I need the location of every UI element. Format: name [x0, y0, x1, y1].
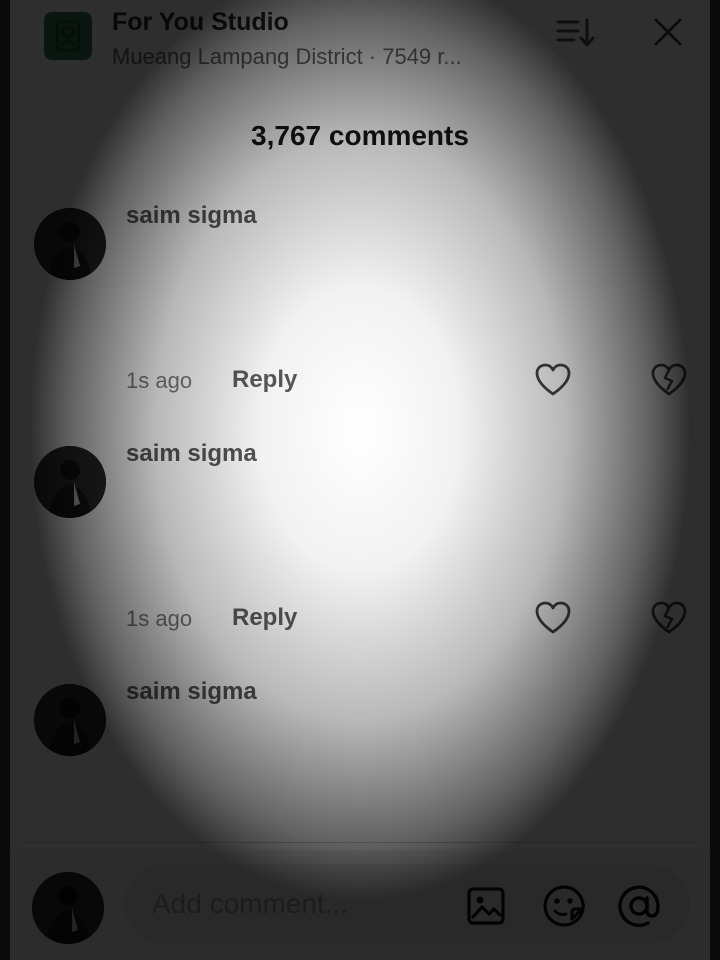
emoji-icon[interactable] — [542, 884, 586, 928]
sort-icon[interactable] — [556, 14, 596, 50]
comment-composer — [0, 850, 720, 960]
comment-input[interactable] — [124, 864, 690, 944]
comment-username[interactable]: saim sigma — [126, 678, 257, 706]
comment-timestamp: 1s ago — [126, 368, 193, 393]
heart-icon[interactable] — [534, 600, 572, 636]
studio-title[interactable]: For You Studio — [112, 8, 289, 37]
studio-logo-icon[interactable] — [44, 12, 92, 60]
avatar[interactable] — [34, 446, 106, 518]
reply-button[interactable]: Reply — [232, 604, 297, 632]
image-icon[interactable] — [466, 886, 506, 926]
close-icon[interactable] — [650, 14, 686, 50]
at-icon[interactable] — [616, 884, 662, 928]
composer-divider — [20, 842, 700, 843]
reply-button[interactable]: Reply — [232, 366, 297, 394]
comment-timestamp: 1s ago — [126, 606, 193, 631]
comment-item: saim sigma 1s ago Reply — [0, 200, 720, 400]
studio-subtitle[interactable]: Mueang Lampang District · 7549 r... — [112, 44, 462, 70]
right-edge — [710, 0, 720, 960]
comment-username[interactable]: saim sigma — [126, 202, 257, 230]
comment-count-title: 3,767 comments — [251, 120, 469, 151]
comments-screen: For You Studio Mueang Lampang District ·… — [0, 0, 720, 960]
comment-item: saim sigma — [0, 676, 720, 876]
avatar[interactable] — [34, 684, 106, 756]
broken-heart-icon[interactable] — [650, 600, 688, 636]
header-bar: For You Studio Mueang Lampang District ·… — [0, 0, 720, 80]
left-edge — [0, 0, 10, 960]
comment-username[interactable]: saim sigma — [126, 440, 257, 468]
broken-heart-icon[interactable] — [650, 362, 688, 398]
studio-logo-glyph — [55, 20, 81, 52]
my-avatar[interactable] — [32, 872, 104, 944]
comment-item: saim sigma 1s ago Reply — [0, 438, 720, 638]
avatar[interactable] — [34, 208, 106, 280]
heart-icon[interactable] — [534, 362, 572, 398]
